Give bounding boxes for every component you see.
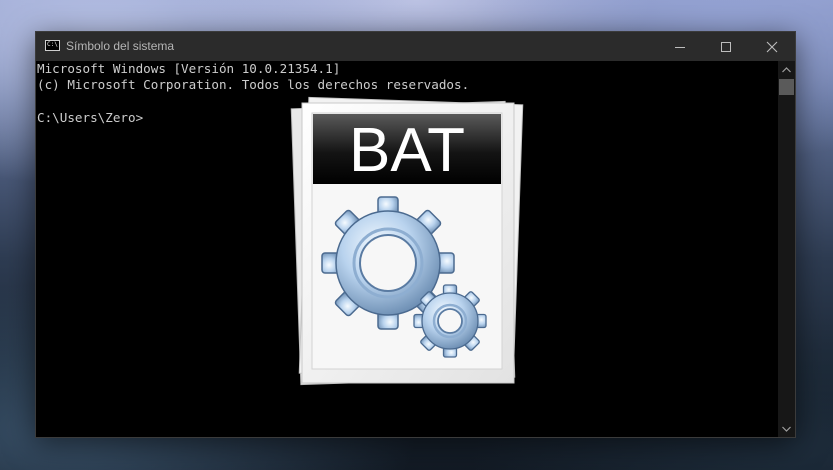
scroll-up-button[interactable] <box>778 61 795 78</box>
close-icon <box>766 41 778 52</box>
close-button[interactable] <box>749 32 795 61</box>
console-line: Microsoft Windows [Versión 10.0.21354.1] <box>37 61 341 76</box>
title-bar[interactable]: C:\ Símbolo del sistema <box>36 32 795 61</box>
chevron-down-icon <box>782 426 791 432</box>
console-line: (c) Microsoft Corporation. Todos los der… <box>37 77 470 93</box>
maximize-icon <box>721 41 731 52</box>
minimize-button[interactable] <box>657 32 703 61</box>
chevron-up-icon <box>782 66 791 72</box>
vertical-scrollbar[interactable] <box>778 61 795 437</box>
bat-file-icon: BAT <box>290 96 524 386</box>
maximize-button[interactable] <box>703 32 749 61</box>
scrollbar-thumb[interactable] <box>779 79 794 95</box>
bat-label: BAT <box>349 116 465 185</box>
scroll-down-button[interactable] <box>778 420 795 437</box>
cmd-app-icon: C:\ <box>45 40 60 51</box>
window-title: Símbolo del sistema <box>66 39 175 53</box>
minimize-icon <box>675 46 685 48</box>
